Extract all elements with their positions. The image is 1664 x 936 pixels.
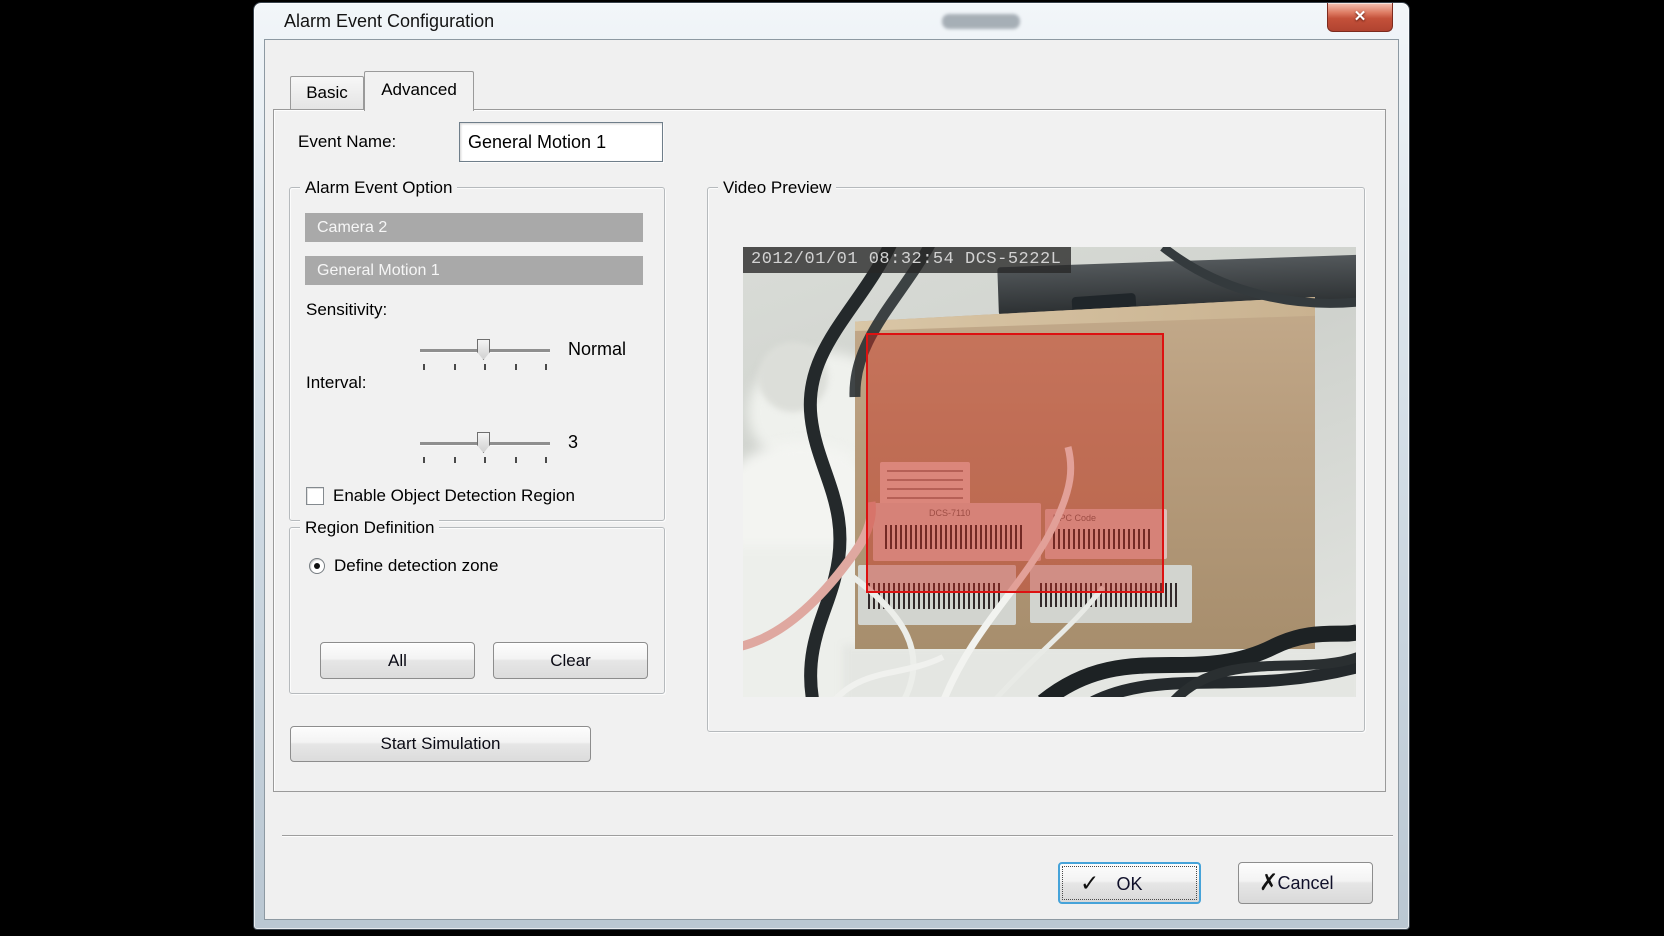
cancel-button-label: Cancel xyxy=(1239,863,1372,903)
footer-separator xyxy=(282,835,1393,837)
enable-object-detection-label[interactable]: Enable Object Detection Region xyxy=(333,485,575,507)
interval-slider-thumb[interactable] xyxy=(477,432,490,453)
radio-selected-dot xyxy=(314,563,320,569)
interval-value: 3 xyxy=(568,428,578,456)
cancel-button[interactable]: ✗ Cancel xyxy=(1238,862,1373,904)
define-detection-zone-radio[interactable] xyxy=(309,558,325,574)
sensitivity-slider-ticks xyxy=(423,364,547,370)
start-simulation-button[interactable]: Start Simulation xyxy=(290,726,591,762)
screen: Alarm Event Configuration ✕ Basic Advanc… xyxy=(0,0,1664,936)
event-select-disabled: General Motion 1 xyxy=(305,256,643,285)
titlebar-smudge xyxy=(942,14,1020,29)
sensitivity-slider[interactable] xyxy=(420,338,550,372)
clear-button[interactable]: Clear xyxy=(493,642,648,679)
interval-slider[interactable] xyxy=(420,431,550,465)
alarm-event-configuration-dialog: Alarm Event Configuration ✕ Basic Advanc… xyxy=(253,2,1410,930)
close-button[interactable]: ✕ xyxy=(1327,3,1393,32)
ok-button[interactable]: ✓ OK xyxy=(1058,862,1201,904)
close-icon: ✕ xyxy=(1328,3,1392,30)
tab-advanced[interactable]: Advanced xyxy=(364,71,474,111)
ok-button-label: OK xyxy=(1060,864,1199,904)
dialog-client-area: Basic Advanced Event Name: Alarm Event O… xyxy=(264,39,1399,920)
define-detection-zone-label[interactable]: Define detection zone xyxy=(334,555,498,577)
sensitivity-label: Sensitivity: xyxy=(306,296,387,324)
tab-basic[interactable]: Basic xyxy=(290,76,364,110)
video-preview-legend: Video Preview xyxy=(718,177,836,198)
window-title: Alarm Event Configuration xyxy=(284,3,494,39)
video-timestamp-osd: 2012/01/01 08:32:54 DCS-5222L xyxy=(743,247,1071,273)
titlebar[interactable]: Alarm Event Configuration ✕ xyxy=(254,3,1409,39)
sensitivity-value: Normal xyxy=(568,335,626,363)
detection-region-rectangle[interactable] xyxy=(866,333,1164,593)
enable-object-detection-checkbox[interactable] xyxy=(306,487,324,505)
alarm-event-option-group: Alarm Event Option Camera 2 General Moti… xyxy=(289,187,665,521)
all-button[interactable]: All xyxy=(320,642,475,679)
event-name-input[interactable] xyxy=(459,122,663,162)
region-definition-legend: Region Definition xyxy=(300,517,439,538)
alarm-event-option-legend: Alarm Event Option xyxy=(300,177,457,198)
region-definition-group: Region Definition Define detection zone … xyxy=(289,527,665,694)
interval-slider-ticks xyxy=(423,457,547,463)
video-preview-group: Video Preview xyxy=(707,187,1365,732)
advanced-tab-page: Event Name: Alarm Event Option Camera 2 … xyxy=(273,109,1386,792)
video-preview-canvas[interactable]: DCS-7110 UPC Code xyxy=(743,247,1356,697)
camera-select-disabled: Camera 2 xyxy=(305,213,643,242)
sensitivity-slider-thumb[interactable] xyxy=(477,339,490,360)
interval-label: Interval: xyxy=(306,369,366,397)
event-name-label: Event Name: xyxy=(298,122,396,162)
